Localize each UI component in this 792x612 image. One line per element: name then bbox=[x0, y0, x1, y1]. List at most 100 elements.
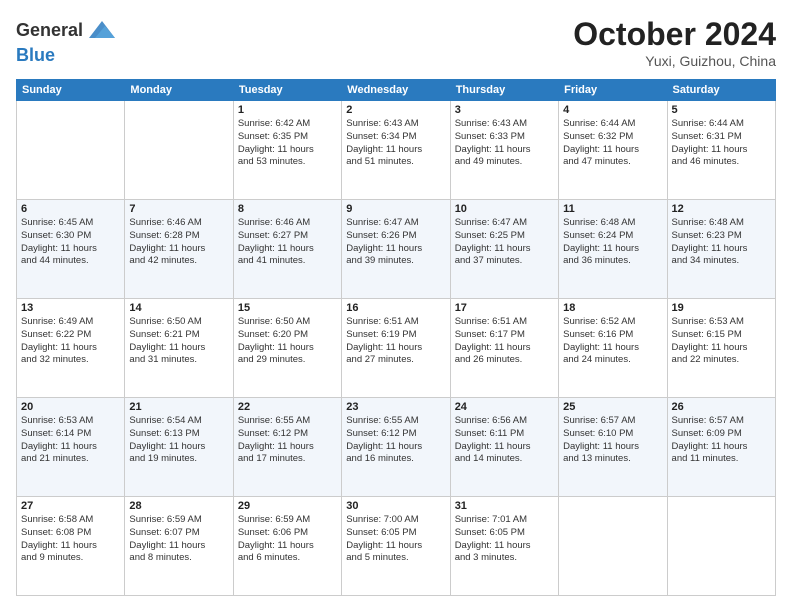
day-info: Sunrise: 6:50 AM Sunset: 6:21 PM Dayligh… bbox=[129, 316, 228, 367]
header: General Blue October 2024 Yuxi, Guizhou,… bbox=[16, 16, 776, 69]
day-number: 15 bbox=[238, 302, 337, 314]
day-info: Sunrise: 6:45 AM Sunset: 6:30 PM Dayligh… bbox=[21, 217, 120, 268]
calendar-cell: 31 Sunrise: 7:01 AM Sunset: 6:05 PM Dayli… bbox=[450, 497, 558, 596]
calendar-cell: 16 Sunrise: 6:51 AM Sunset: 6:19 PM Dayli… bbox=[342, 299, 450, 398]
day-number: 8 bbox=[238, 203, 337, 215]
calendar-header-row: SundayMondayTuesdayWednesdayThursdayFrid… bbox=[17, 80, 776, 101]
day-number: 2 bbox=[346, 104, 445, 116]
day-info: Sunrise: 6:44 AM Sunset: 6:31 PM Dayligh… bbox=[672, 118, 771, 169]
day-number: 27 bbox=[21, 500, 120, 512]
day-info: Sunrise: 6:57 AM Sunset: 6:09 PM Dayligh… bbox=[672, 415, 771, 466]
day-info: Sunrise: 6:42 AM Sunset: 6:35 PM Dayligh… bbox=[238, 118, 337, 169]
weekday-header: Wednesday bbox=[342, 80, 450, 101]
day-number: 28 bbox=[129, 500, 228, 512]
day-info: Sunrise: 6:49 AM Sunset: 6:22 PM Dayligh… bbox=[21, 316, 120, 367]
calendar-cell: 26 Sunrise: 6:57 AM Sunset: 6:09 PM Dayli… bbox=[667, 398, 775, 497]
day-number: 1 bbox=[238, 104, 337, 116]
day-info: Sunrise: 6:52 AM Sunset: 6:16 PM Dayligh… bbox=[563, 316, 662, 367]
day-info: Sunrise: 6:46 AM Sunset: 6:27 PM Dayligh… bbox=[238, 217, 337, 268]
month-title: October 2024 bbox=[573, 16, 776, 53]
calendar-cell bbox=[17, 101, 125, 200]
day-info: Sunrise: 6:56 AM Sunset: 6:11 PM Dayligh… bbox=[455, 415, 554, 466]
calendar-cell: 30 Sunrise: 7:00 AM Sunset: 6:05 PM Dayli… bbox=[342, 497, 450, 596]
day-number: 3 bbox=[455, 104, 554, 116]
day-info: Sunrise: 6:53 AM Sunset: 6:15 PM Dayligh… bbox=[672, 316, 771, 367]
calendar-cell: 29 Sunrise: 6:59 AM Sunset: 6:06 PM Dayli… bbox=[233, 497, 341, 596]
day-info: Sunrise: 6:59 AM Sunset: 6:07 PM Dayligh… bbox=[129, 514, 228, 565]
day-info: Sunrise: 6:55 AM Sunset: 6:12 PM Dayligh… bbox=[238, 415, 337, 466]
day-number: 10 bbox=[455, 203, 554, 215]
calendar-cell: 22 Sunrise: 6:55 AM Sunset: 6:12 PM Dayli… bbox=[233, 398, 341, 497]
logo-icon bbox=[87, 16, 117, 46]
calendar-cell: 20Sunrise: 6:53 AM Sunset: 6:14 PM Dayli… bbox=[17, 398, 125, 497]
calendar-cell: 5 Sunrise: 6:44 AM Sunset: 6:31 PM Daylig… bbox=[667, 101, 775, 200]
day-number: 12 bbox=[672, 203, 771, 215]
day-number: 21 bbox=[129, 401, 228, 413]
day-number: 13 bbox=[21, 302, 120, 314]
title-block: October 2024 Yuxi, Guizhou, China bbox=[573, 16, 776, 69]
calendar-cell: 2 Sunrise: 6:43 AM Sunset: 6:34 PM Daylig… bbox=[342, 101, 450, 200]
calendar-cell: 24Sunrise: 6:56 AM Sunset: 6:11 PM Dayli… bbox=[450, 398, 558, 497]
calendar-cell: 19 Sunrise: 6:53 AM Sunset: 6:15 PM Dayli… bbox=[667, 299, 775, 398]
calendar-cell: 1 Sunrise: 6:42 AM Sunset: 6:35 PM Daylig… bbox=[233, 101, 341, 200]
logo-general: General bbox=[16, 21, 83, 41]
day-number: 19 bbox=[672, 302, 771, 314]
day-info: Sunrise: 6:47 AM Sunset: 6:25 PM Dayligh… bbox=[455, 217, 554, 268]
day-number: 26 bbox=[672, 401, 771, 413]
day-number: 25 bbox=[563, 401, 662, 413]
calendar-week-row: 1 Sunrise: 6:42 AM Sunset: 6:35 PM Daylig… bbox=[17, 101, 776, 200]
calendar-cell: 21 Sunrise: 6:54 AM Sunset: 6:13 PM Dayli… bbox=[125, 398, 233, 497]
calendar-cell: 18 Sunrise: 6:52 AM Sunset: 6:16 PM Dayli… bbox=[559, 299, 667, 398]
calendar-cell bbox=[125, 101, 233, 200]
weekday-header: Saturday bbox=[667, 80, 775, 101]
day-info: Sunrise: 6:59 AM Sunset: 6:06 PM Dayligh… bbox=[238, 514, 337, 565]
calendar-week-row: 27Sunrise: 6:58 AM Sunset: 6:08 PM Dayli… bbox=[17, 497, 776, 596]
calendar-cell: 13 Sunrise: 6:49 AM Sunset: 6:22 PM Dayli… bbox=[17, 299, 125, 398]
page: General Blue October 2024 Yuxi, Guizhou,… bbox=[0, 0, 792, 612]
day-number: 31 bbox=[455, 500, 554, 512]
calendar-week-row: 13 Sunrise: 6:49 AM Sunset: 6:22 PM Dayli… bbox=[17, 299, 776, 398]
calendar-week-row: 20Sunrise: 6:53 AM Sunset: 6:14 PM Dayli… bbox=[17, 398, 776, 497]
day-info: Sunrise: 6:51 AM Sunset: 6:17 PM Dayligh… bbox=[455, 316, 554, 367]
day-info: Sunrise: 7:00 AM Sunset: 6:05 PM Dayligh… bbox=[346, 514, 445, 565]
day-info: Sunrise: 7:01 AM Sunset: 6:05 PM Dayligh… bbox=[455, 514, 554, 565]
location: Yuxi, Guizhou, China bbox=[573, 53, 776, 69]
day-number: 29 bbox=[238, 500, 337, 512]
day-number: 16 bbox=[346, 302, 445, 314]
day-number: 20 bbox=[21, 401, 120, 413]
day-info: Sunrise: 6:57 AM Sunset: 6:10 PM Dayligh… bbox=[563, 415, 662, 466]
day-info: Sunrise: 6:54 AM Sunset: 6:13 PM Dayligh… bbox=[129, 415, 228, 466]
day-number: 30 bbox=[346, 500, 445, 512]
calendar-cell: 9Sunrise: 6:47 AM Sunset: 6:26 PM Daylig… bbox=[342, 200, 450, 299]
calendar-cell bbox=[559, 497, 667, 596]
day-number: 14 bbox=[129, 302, 228, 314]
day-number: 5 bbox=[672, 104, 771, 116]
calendar-cell: 8 Sunrise: 6:46 AM Sunset: 6:27 PM Daylig… bbox=[233, 200, 341, 299]
calendar-cell: 4 Sunrise: 6:44 AM Sunset: 6:32 PM Daylig… bbox=[559, 101, 667, 200]
day-info: Sunrise: 6:55 AM Sunset: 6:12 PM Dayligh… bbox=[346, 415, 445, 466]
weekday-header: Monday bbox=[125, 80, 233, 101]
day-number: 22 bbox=[238, 401, 337, 413]
day-info: Sunrise: 6:51 AM Sunset: 6:19 PM Dayligh… bbox=[346, 316, 445, 367]
day-number: 11 bbox=[563, 203, 662, 215]
calendar-cell: 27Sunrise: 6:58 AM Sunset: 6:08 PM Dayli… bbox=[17, 497, 125, 596]
calendar-cell: 12Sunrise: 6:48 AM Sunset: 6:23 PM Dayli… bbox=[667, 200, 775, 299]
day-number: 4 bbox=[563, 104, 662, 116]
day-number: 23 bbox=[346, 401, 445, 413]
calendar-week-row: 6 Sunrise: 6:45 AM Sunset: 6:30 PM Daylig… bbox=[17, 200, 776, 299]
calendar-cell: 11 Sunrise: 6:48 AM Sunset: 6:24 PM Dayli… bbox=[559, 200, 667, 299]
day-info: Sunrise: 6:43 AM Sunset: 6:34 PM Dayligh… bbox=[346, 118, 445, 169]
weekday-header: Tuesday bbox=[233, 80, 341, 101]
day-number: 6 bbox=[21, 203, 120, 215]
day-number: 7 bbox=[129, 203, 228, 215]
calendar-cell: 6 Sunrise: 6:45 AM Sunset: 6:30 PM Daylig… bbox=[17, 200, 125, 299]
day-info: Sunrise: 6:46 AM Sunset: 6:28 PM Dayligh… bbox=[129, 217, 228, 268]
day-number: 18 bbox=[563, 302, 662, 314]
logo-blue: Blue bbox=[16, 46, 117, 66]
calendar-cell: 14 Sunrise: 6:50 AM Sunset: 6:21 PM Dayli… bbox=[125, 299, 233, 398]
day-info: Sunrise: 6:44 AM Sunset: 6:32 PM Dayligh… bbox=[563, 118, 662, 169]
calendar-cell: 7 Sunrise: 6:46 AM Sunset: 6:28 PM Daylig… bbox=[125, 200, 233, 299]
weekday-header: Friday bbox=[559, 80, 667, 101]
calendar-cell: 15Sunrise: 6:50 AM Sunset: 6:20 PM Dayli… bbox=[233, 299, 341, 398]
day-info: Sunrise: 6:48 AM Sunset: 6:24 PM Dayligh… bbox=[563, 217, 662, 268]
